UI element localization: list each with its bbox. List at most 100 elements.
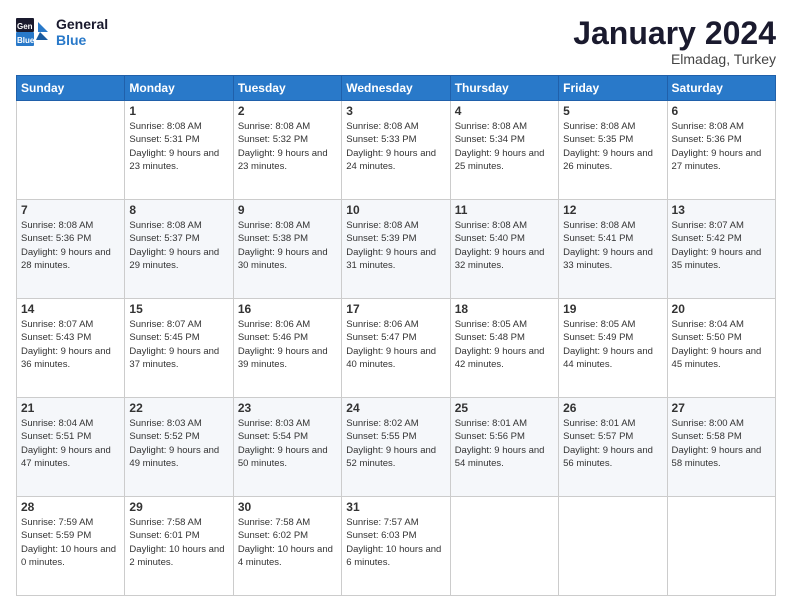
day-number: 20 [672,302,771,316]
cell-info: Sunrise: 8:08 AM Sunset: 5:40 PM Dayligh… [455,219,554,272]
calendar-cell: 16 Sunrise: 8:06 AM Sunset: 5:46 PM Dayl… [233,299,341,398]
day-number: 2 [238,104,337,118]
page: Gen Blue General Blue January 2024 Elmad… [0,0,792,612]
calendar-cell: 24 Sunrise: 8:02 AM Sunset: 5:55 PM Dayl… [342,398,450,497]
day-number: 18 [455,302,554,316]
week-row-4: 28 Sunrise: 7:59 AM Sunset: 5:59 PM Dayl… [17,497,776,596]
cell-info: Sunrise: 7:59 AM Sunset: 5:59 PM Dayligh… [21,516,120,569]
cell-info: Sunrise: 8:03 AM Sunset: 5:52 PM Dayligh… [129,417,228,470]
calendar-cell: 11 Sunrise: 8:08 AM Sunset: 5:40 PM Dayl… [450,200,558,299]
cell-info: Sunrise: 8:06 AM Sunset: 5:46 PM Dayligh… [238,318,337,371]
calendar-cell: 13 Sunrise: 8:07 AM Sunset: 5:42 PM Dayl… [667,200,775,299]
calendar-cell [450,497,558,596]
day-number: 11 [455,203,554,217]
calendar-cell: 23 Sunrise: 8:03 AM Sunset: 5:54 PM Dayl… [233,398,341,497]
day-number: 25 [455,401,554,415]
calendar-cell [559,497,667,596]
day-number: 30 [238,500,337,514]
day-number: 19 [563,302,662,316]
cell-info: Sunrise: 8:08 AM Sunset: 5:39 PM Dayligh… [346,219,445,272]
calendar-cell: 10 Sunrise: 8:08 AM Sunset: 5:39 PM Dayl… [342,200,450,299]
cell-info: Sunrise: 8:05 AM Sunset: 5:49 PM Dayligh… [563,318,662,371]
day-number: 13 [672,203,771,217]
logo-svg: Gen Blue [16,18,48,46]
svg-text:Blue: Blue [17,36,35,45]
day-number: 4 [455,104,554,118]
cell-info: Sunrise: 8:06 AM Sunset: 5:47 PM Dayligh… [346,318,445,371]
cell-info: Sunrise: 7:58 AM Sunset: 6:02 PM Dayligh… [238,516,337,569]
weekday-monday: Monday [125,76,233,101]
cell-info: Sunrise: 7:58 AM Sunset: 6:01 PM Dayligh… [129,516,228,569]
weekday-tuesday: Tuesday [233,76,341,101]
week-row-3: 21 Sunrise: 8:04 AM Sunset: 5:51 PM Dayl… [17,398,776,497]
cell-info: Sunrise: 8:07 AM Sunset: 5:45 PM Dayligh… [129,318,228,371]
calendar-cell: 21 Sunrise: 8:04 AM Sunset: 5:51 PM Dayl… [17,398,125,497]
calendar-cell: 12 Sunrise: 8:08 AM Sunset: 5:41 PM Dayl… [559,200,667,299]
day-number: 17 [346,302,445,316]
cell-info: Sunrise: 8:08 AM Sunset: 5:36 PM Dayligh… [672,120,771,173]
day-number: 29 [129,500,228,514]
day-number: 12 [563,203,662,217]
day-number: 10 [346,203,445,217]
day-number: 3 [346,104,445,118]
month-title: January 2024 [573,16,776,51]
calendar-cell: 31 Sunrise: 7:57 AM Sunset: 6:03 PM Dayl… [342,497,450,596]
calendar-cell [667,497,775,596]
week-row-1: 7 Sunrise: 8:08 AM Sunset: 5:36 PM Dayli… [17,200,776,299]
svg-text:Gen: Gen [17,22,33,31]
logo-general: General [56,16,108,32]
weekday-sunday: Sunday [17,76,125,101]
calendar-cell: 30 Sunrise: 7:58 AM Sunset: 6:02 PM Dayl… [233,497,341,596]
cell-info: Sunrise: 8:04 AM Sunset: 5:51 PM Dayligh… [21,417,120,470]
cell-info: Sunrise: 7:57 AM Sunset: 6:03 PM Dayligh… [346,516,445,569]
day-number: 9 [238,203,337,217]
cell-info: Sunrise: 8:05 AM Sunset: 5:48 PM Dayligh… [455,318,554,371]
day-number: 16 [238,302,337,316]
day-number: 21 [21,401,120,415]
day-number: 31 [346,500,445,514]
calendar-cell: 29 Sunrise: 7:58 AM Sunset: 6:01 PM Dayl… [125,497,233,596]
day-number: 7 [21,203,120,217]
day-number: 15 [129,302,228,316]
calendar-cell: 6 Sunrise: 8:08 AM Sunset: 5:36 PM Dayli… [667,101,775,200]
cell-info: Sunrise: 8:08 AM Sunset: 5:41 PM Dayligh… [563,219,662,272]
day-number: 24 [346,401,445,415]
day-number: 8 [129,203,228,217]
calendar-cell: 18 Sunrise: 8:05 AM Sunset: 5:48 PM Dayl… [450,299,558,398]
week-row-0: 1 Sunrise: 8:08 AM Sunset: 5:31 PM Dayli… [17,101,776,200]
weekday-friday: Friday [559,76,667,101]
calendar-cell: 3 Sunrise: 8:08 AM Sunset: 5:33 PM Dayli… [342,101,450,200]
calendar-cell: 14 Sunrise: 8:07 AM Sunset: 5:43 PM Dayl… [17,299,125,398]
calendar-cell: 8 Sunrise: 8:08 AM Sunset: 5:37 PM Dayli… [125,200,233,299]
weekday-saturday: Saturday [667,76,775,101]
cell-info: Sunrise: 8:00 AM Sunset: 5:58 PM Dayligh… [672,417,771,470]
weekday-header-row: SundayMondayTuesdayWednesdayThursdayFrid… [17,76,776,101]
cell-info: Sunrise: 8:08 AM Sunset: 5:31 PM Dayligh… [129,120,228,173]
calendar-cell: 25 Sunrise: 8:01 AM Sunset: 5:56 PM Dayl… [450,398,558,497]
calendar-cell [17,101,125,200]
logo-blue: Blue [56,32,108,48]
cell-info: Sunrise: 8:08 AM Sunset: 5:32 PM Dayligh… [238,120,337,173]
calendar-cell: 26 Sunrise: 8:01 AM Sunset: 5:57 PM Dayl… [559,398,667,497]
day-number: 5 [563,104,662,118]
day-number: 6 [672,104,771,118]
title-block: January 2024 Elmadag, Turkey [573,16,776,67]
calendar-cell: 17 Sunrise: 8:06 AM Sunset: 5:47 PM Dayl… [342,299,450,398]
day-number: 22 [129,401,228,415]
calendar-cell: 7 Sunrise: 8:08 AM Sunset: 5:36 PM Dayli… [17,200,125,299]
weekday-wednesday: Wednesday [342,76,450,101]
calendar-cell: 4 Sunrise: 8:08 AM Sunset: 5:34 PM Dayli… [450,101,558,200]
cell-info: Sunrise: 8:08 AM Sunset: 5:36 PM Dayligh… [21,219,120,272]
calendar-cell: 22 Sunrise: 8:03 AM Sunset: 5:52 PM Dayl… [125,398,233,497]
day-number: 27 [672,401,771,415]
calendar-cell: 9 Sunrise: 8:08 AM Sunset: 5:38 PM Dayli… [233,200,341,299]
cell-info: Sunrise: 8:08 AM Sunset: 5:38 PM Dayligh… [238,219,337,272]
day-number: 14 [21,302,120,316]
calendar-cell: 20 Sunrise: 8:04 AM Sunset: 5:50 PM Dayl… [667,299,775,398]
cell-info: Sunrise: 8:02 AM Sunset: 5:55 PM Dayligh… [346,417,445,470]
day-number: 23 [238,401,337,415]
day-number: 1 [129,104,228,118]
cell-info: Sunrise: 8:04 AM Sunset: 5:50 PM Dayligh… [672,318,771,371]
day-number: 26 [563,401,662,415]
logo: Gen Blue General Blue [16,16,108,48]
